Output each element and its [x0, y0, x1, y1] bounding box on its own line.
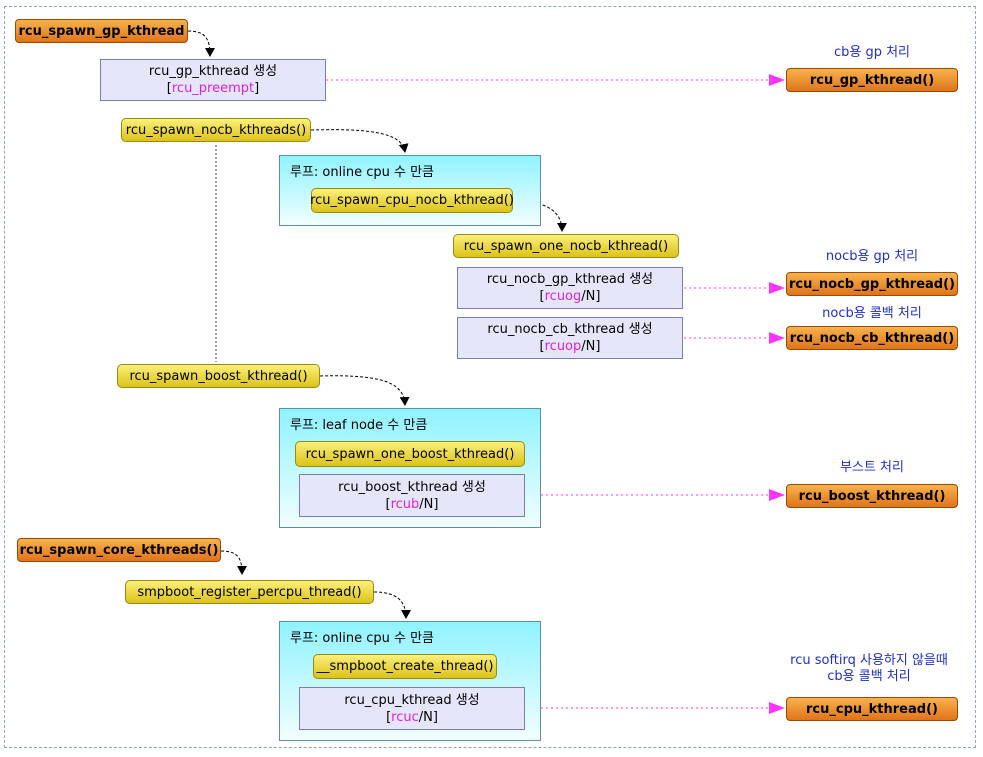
- rcu-boost-kthread-node: rcu_boost_kthread(): [786, 484, 958, 508]
- arrow-spawn-core: [220, 550, 247, 575]
- arrow-smpboot: [373, 591, 411, 619]
- node-label: rcu_boost_kthread 생성: [338, 479, 486, 495]
- note-nocb-gp: nocb용 gp 처리: [825, 249, 919, 264]
- rcu-spawn-cpu-nocb-kthread-node: rcu_spawn_cpu_nocb_kthread(): [310, 188, 514, 213]
- thread-name-label: [rcuop/N]: [539, 339, 601, 354]
- loop-title: 루프: online cpu 수 만큼: [290, 631, 435, 646]
- rcu-spawn-core-kthreads-node: rcu_spawn_core_kthreads(): [17, 538, 221, 562]
- smpboot-register-percpu-thread-node: smpboot_register_percpu_thread(): [125, 580, 374, 604]
- node-label: rcu_nocb_gp_kthread 생성: [486, 272, 654, 287]
- node-label: rcu_cpu_kthread 생성: [344, 692, 480, 708]
- note-softirq-line1: rcu softirq 사용하지 않을때: [790, 653, 948, 668]
- loop-title: 루프: online cpu 수 만큼: [290, 165, 435, 180]
- rcu-nocb-cb-kthread-node: rcu_nocb_cb_kthread(): [786, 326, 958, 350]
- rcu-spawn-gp-kthread-node: rcu_spawn_gp_kthread: [15, 19, 188, 43]
- note-softirq: rcu softirq 사용하지 않을때 cb용 콜백 처리: [762, 653, 976, 685]
- arrow-spawn-boost: [319, 375, 410, 406]
- rcu-spawn-one-nocb-kthread-node: rcu_spawn_one_nocb_kthread(): [453, 234, 679, 258]
- rcu-nocb-gp-kthread-node: rcu_nocb_gp_kthread(): [786, 272, 958, 296]
- rcu-nocb-gp-kthread-create-node: rcu_nocb_gp_kthread 생성 [rcuog/N]: [457, 267, 683, 309]
- arrow-spawn-nocb: [310, 129, 409, 153]
- rcu-spawn-nocb-kthreads-node: rcu_spawn_nocb_kthreads(): [121, 118, 311, 142]
- rcu-boost-kthread-create-node: rcu_boost_kthread 생성 [rcub/N]: [299, 474, 525, 517]
- rcu-cpu-kthread-node: rcu_cpu_kthread(): [786, 697, 958, 721]
- thread-name-label: [rcuog/N]: [539, 289, 601, 304]
- rcu-gp-kthread-create-node: rcu_gp_kthread 생성 [rcu_preempt]: [100, 59, 326, 101]
- rcu-nocb-cb-kthread-create-node: rcu_nocb_cb_kthread 생성 [rcuop/N]: [457, 317, 683, 359]
- rcu-spawn-one-boost-kthread-node: rcu_spawn_one_boost_kthread(): [295, 441, 525, 467]
- note-cb-gp: cb용 gp 처리: [833, 45, 911, 60]
- thread-name-label: [rcuc/N]: [386, 709, 438, 725]
- note-nocb-cb: nocb용 콜백 처리: [822, 306, 922, 321]
- smpboot-create-thread-node: __smpboot_create_thread(): [313, 654, 497, 679]
- node-label: rcu_gp_kthread 생성: [148, 64, 278, 79]
- arrow-spawn-gp: [187, 30, 215, 57]
- rcu-spawn-boost-kthread-node: rcu_spawn_boost_kthread(): [117, 364, 320, 388]
- thread-name-label: [rcub/N]: [385, 496, 439, 512]
- thread-name-label: [rcu_preempt]: [166, 81, 260, 96]
- node-label: rcu_nocb_cb_kthread 생성: [487, 322, 653, 337]
- note-softirq-line2: cb용 콜백 처리: [827, 669, 911, 684]
- note-boost: 부스트 처리: [840, 460, 904, 475]
- rcu-gp-kthread-node: rcu_gp_kthread(): [786, 68, 958, 92]
- rcu-cpu-kthread-create-node: rcu_cpu_kthread 생성 [rcuc/N]: [299, 687, 525, 730]
- loop-title: 루프: leaf node 수 만큼: [290, 418, 428, 433]
